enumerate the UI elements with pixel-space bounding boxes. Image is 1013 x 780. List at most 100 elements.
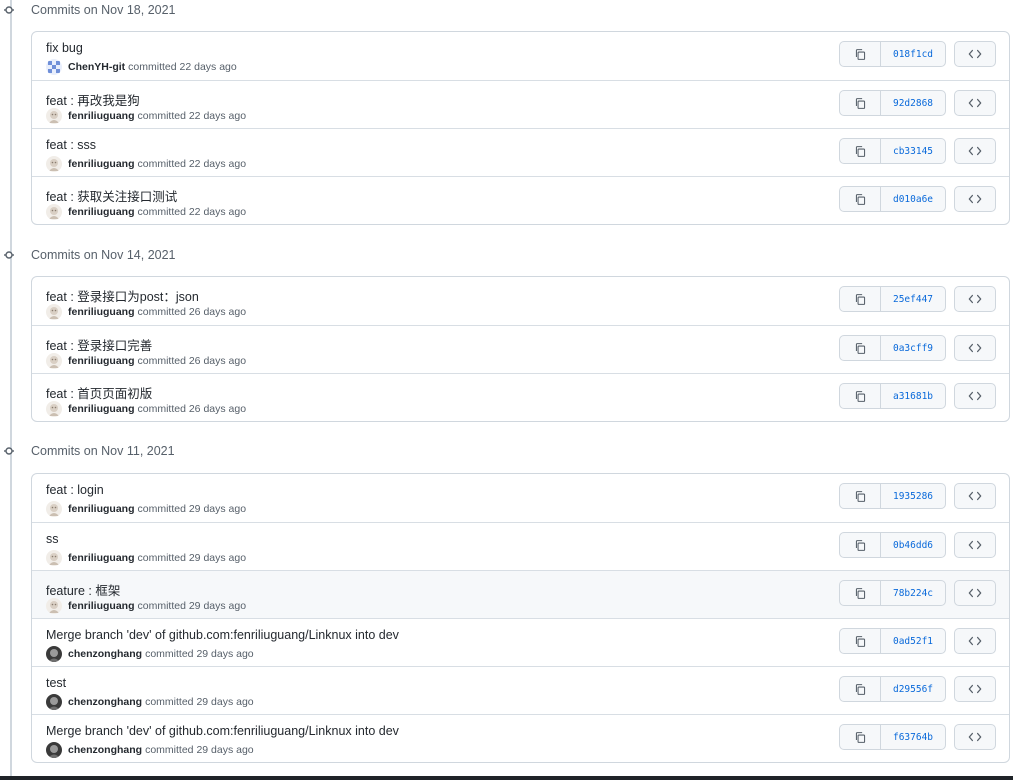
commit-message-link[interactable]: feat : login <box>46 483 104 497</box>
copy-sha-button[interactable] <box>840 139 881 163</box>
browse-repository-button[interactable] <box>954 580 996 606</box>
commit-list: feat : 登录接口为post：json fenriliuguang commit… <box>31 276 1010 422</box>
commit-row: Merge branch 'dev' of github.com:fenrili… <box>32 618 1009 666</box>
commit-sha-link[interactable]: 25ef447 <box>881 287 945 311</box>
commit-message-link[interactable]: feat : 再改我是狗 <box>46 90 140 109</box>
commit-meta: fenriliuguang committed 26 days ago <box>46 401 246 417</box>
copy-icon <box>855 97 865 109</box>
code-icon <box>968 194 982 204</box>
copy-sha-button[interactable] <box>840 336 881 360</box>
commit-author-link[interactable]: chenzonghang <box>68 696 142 708</box>
commit-author-link[interactable]: fenriliuguang <box>68 403 135 415</box>
copy-sha-button[interactable] <box>840 533 881 557</box>
copy-sha-button[interactable] <box>840 629 881 653</box>
commit-time: committed 26 days ago <box>137 403 247 415</box>
commit-group: Commits on Nov 14, 2021 <box>0 245 1013 265</box>
avatar[interactable] <box>46 550 62 566</box>
commit-sha-link[interactable]: 0a3cff9 <box>881 336 945 360</box>
code-icon <box>968 146 982 156</box>
browse-repository-button[interactable] <box>954 676 996 702</box>
commit-message-link[interactable]: Merge branch 'dev' of github.com:fenrili… <box>46 724 399 738</box>
commit-author-link[interactable]: fenriliuguang <box>68 600 135 612</box>
copy-icon <box>855 145 865 157</box>
commit-author-link[interactable]: fenriliuguang <box>68 110 135 122</box>
code-icon <box>968 343 982 353</box>
avatar[interactable] <box>46 108 62 124</box>
commit-meta: chenzonghang committed 29 days ago <box>46 742 254 758</box>
commit-sha-link[interactable]: cb33145 <box>881 139 945 163</box>
copy-sha-button[interactable] <box>840 725 881 749</box>
commit-sha-link[interactable]: 78b224c <box>881 581 945 605</box>
commit-sha-link[interactable]: 018f1cd <box>881 42 945 66</box>
sha-button-group: 92d2868 <box>839 90 946 116</box>
commit-author-link[interactable]: ChenYH-git <box>68 61 125 73</box>
commit-author-link[interactable]: fenriliuguang <box>68 503 135 515</box>
browse-repository-button[interactable] <box>954 383 996 409</box>
browse-repository-button[interactable] <box>954 532 996 558</box>
browse-repository-button[interactable] <box>954 724 996 750</box>
commit-author-link[interactable]: fenriliuguang <box>68 306 135 318</box>
browse-repository-button[interactable] <box>954 41 996 67</box>
commit-message-link[interactable]: Merge branch 'dev' of github.com:fenrili… <box>46 628 399 642</box>
avatar[interactable] <box>46 598 62 614</box>
commit-message-link[interactable]: feat : 首页页面初版 <box>46 383 152 402</box>
browse-repository-button[interactable] <box>954 186 996 212</box>
commit-row: feat : 登录接口完善 fenriliuguang committed 26 d… <box>32 325 1009 373</box>
commit-message-link[interactable]: feat : 登录接口为post：json <box>46 286 199 305</box>
browse-repository-button[interactable] <box>954 138 996 164</box>
avatar[interactable] <box>46 742 62 758</box>
browse-repository-button[interactable] <box>954 90 996 116</box>
commit-sha-link[interactable]: 1935286 <box>881 484 945 508</box>
browse-repository-button[interactable] <box>954 335 996 361</box>
commit-sha-link[interactable]: a31681b <box>881 384 945 408</box>
browse-repository-button[interactable] <box>954 483 996 509</box>
commit-time: committed 29 days ago <box>145 744 254 756</box>
copy-icon <box>855 731 865 743</box>
copy-sha-button[interactable] <box>840 287 881 311</box>
commit-meta: fenriliuguang committed 29 days ago <box>46 501 246 517</box>
copy-sha-button[interactable] <box>840 484 881 508</box>
commit-row: ss fenriliuguang committed 29 days ago 0b46… <box>32 522 1009 570</box>
commit-author-link[interactable]: fenriliuguang <box>68 206 135 218</box>
avatar[interactable] <box>46 694 62 710</box>
commit-sha-link[interactable]: d29556f <box>881 677 945 701</box>
browse-repository-button[interactable] <box>954 628 996 654</box>
copy-sha-button[interactable] <box>840 581 881 605</box>
avatar[interactable] <box>46 501 62 517</box>
commit-message-link[interactable]: test <box>46 676 66 690</box>
commit-message-link[interactable]: ss <box>46 532 59 546</box>
commit-message-link[interactable]: feat : sss <box>46 138 96 152</box>
avatar[interactable] <box>46 59 62 75</box>
copy-sha-button[interactable] <box>840 187 881 211</box>
commit-group-date: Commits on Nov 18, 2021 <box>31 3 176 17</box>
commit-author-link[interactable]: fenriliuguang <box>68 158 135 170</box>
commit-sha-link[interactable]: 0ad52f1 <box>881 629 945 653</box>
commit-sha-link[interactable]: d010a6e <box>881 187 945 211</box>
commit-meta: fenriliuguang committed 22 days ago <box>46 108 246 124</box>
avatar[interactable] <box>46 204 62 220</box>
commit-author-link[interactable]: fenriliuguang <box>68 552 135 564</box>
commit-sha-link[interactable]: f63764b <box>881 725 945 749</box>
commit-sha-link[interactable]: 92d2868 <box>881 91 945 115</box>
commit-author-link[interactable]: chenzonghang <box>68 648 142 660</box>
commit-message-link[interactable]: feat : 登录接口完善 <box>46 335 152 354</box>
copy-sha-button[interactable] <box>840 42 881 66</box>
commit-author-link[interactable]: chenzonghang <box>68 744 142 756</box>
commit-time: committed 22 days ago <box>128 61 237 73</box>
copy-sha-button[interactable] <box>840 384 881 408</box>
commit-author-link[interactable]: fenriliuguang <box>68 355 135 367</box>
commit-message-link[interactable]: feat : 获取关注接口测试 <box>46 186 177 205</box>
copy-sha-button[interactable] <box>840 677 881 701</box>
avatar[interactable] <box>46 646 62 662</box>
commit-message-link[interactable]: fix bug <box>46 41 83 55</box>
avatar[interactable] <box>46 156 62 172</box>
avatar[interactable] <box>46 353 62 369</box>
commit-message-link[interactable]: feature : 框架 <box>46 580 120 599</box>
commit-row: feat : login fenriliuguang committed 29 da… <box>32 474 1009 522</box>
avatar[interactable] <box>46 401 62 417</box>
copy-sha-button[interactable] <box>840 91 881 115</box>
browse-repository-button[interactable] <box>954 286 996 312</box>
commit-meta: fenriliuguang committed 26 days ago <box>46 304 246 320</box>
commit-sha-link[interactable]: 0b46dd6 <box>881 533 945 557</box>
avatar[interactable] <box>46 304 62 320</box>
